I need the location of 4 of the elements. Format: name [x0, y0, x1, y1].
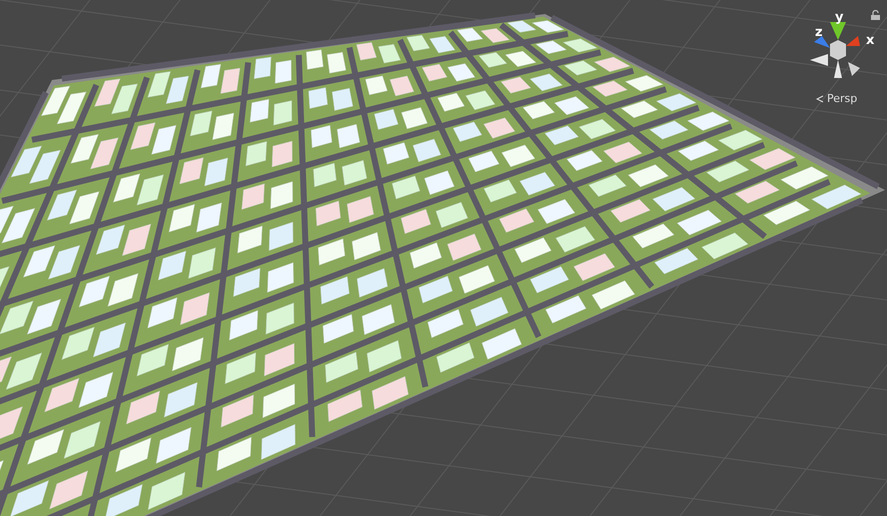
- axis-label: y: [835, 11, 844, 24]
- axis-label: z: [815, 26, 823, 39]
- axis-label: x: [866, 34, 874, 47]
- projection-label[interactable]: Persp: [827, 93, 858, 104]
